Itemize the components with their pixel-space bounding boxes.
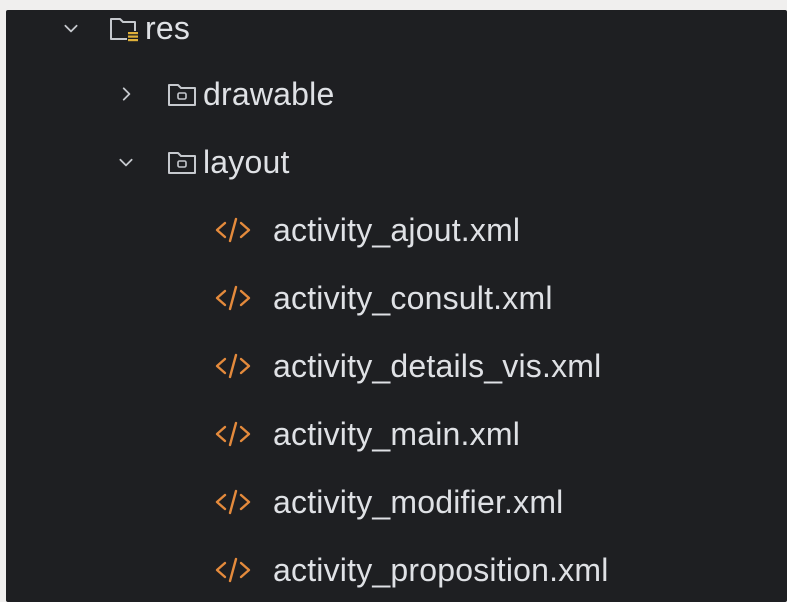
tree-node-layout[interactable]: layout	[6, 140, 787, 184]
xml-file-icon	[213, 349, 265, 383]
project-tree: res drawable layout activity_ajout.xml a…	[6, 10, 787, 602]
project-tree-panel: res drawable layout activity_ajout.xml a…	[6, 10, 787, 602]
xml-file-icon	[213, 281, 265, 315]
tree-file-item[interactable]: activity_proposition.xml	[6, 548, 787, 592]
file-label: activity_main.xml	[273, 415, 521, 452]
folder-icon	[165, 77, 199, 111]
file-label: activity_modifier.xml	[273, 483, 564, 520]
file-label: activity_ajout.xml	[273, 211, 521, 248]
tree-node-label: layout	[203, 143, 290, 180]
xml-file-icon	[213, 213, 265, 247]
xml-file-icon	[213, 417, 265, 451]
file-label: activity_details_vis.xml	[273, 347, 602, 384]
tree-file-item[interactable]: activity_consult.xml	[6, 276, 787, 320]
folder-icon	[165, 145, 199, 179]
resource-folder-icon	[107, 11, 141, 45]
xml-file-icon	[213, 553, 265, 587]
tree-node-drawable[interactable]: drawable	[6, 72, 787, 116]
xml-file-icon	[213, 485, 265, 519]
file-label: activity_consult.xml	[273, 279, 553, 316]
chevron-down-icon[interactable]	[59, 16, 83, 40]
file-label: activity_proposition.xml	[273, 551, 609, 588]
tree-node-label: res	[145, 9, 191, 46]
tree-file-item[interactable]: activity_main.xml	[6, 412, 787, 456]
tree-file-item[interactable]: activity_modifier.xml	[6, 480, 787, 524]
tree-file-item[interactable]: activity_ajout.xml	[6, 208, 787, 252]
tree-file-item[interactable]: activity_details_vis.xml	[6, 344, 787, 388]
tree-node-label: drawable	[203, 75, 335, 112]
tree-node-res[interactable]: res	[6, 6, 787, 50]
chevron-right-icon[interactable]	[114, 82, 138, 106]
chevron-down-icon[interactable]	[114, 150, 138, 174]
